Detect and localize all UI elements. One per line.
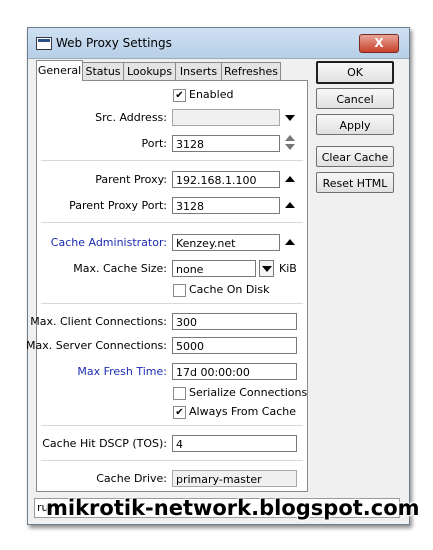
serialize-connections-label: Serialize Connections xyxy=(189,386,308,399)
divider xyxy=(41,222,303,223)
chevron-up-icon[interactable] xyxy=(285,202,295,208)
max-cache-size-field[interactable]: none xyxy=(172,260,256,277)
ok-button[interactable]: OK xyxy=(316,61,394,84)
clear-cache-button[interactable]: Clear Cache xyxy=(316,146,394,167)
apply-button[interactable]: Apply xyxy=(316,114,394,135)
cache-drive-field: primary-master xyxy=(172,470,297,487)
max-client-connections-field[interactable]: 300 xyxy=(172,313,297,330)
src-address-label: Src. Address: xyxy=(95,111,167,124)
chevron-up-icon[interactable] xyxy=(285,176,295,182)
max-cache-size-label: Max. Cache Size: xyxy=(73,262,167,275)
max-client-connections-label: Max. Client Connections: xyxy=(30,315,167,328)
max-cache-size-unit: KiB xyxy=(279,262,297,275)
parent-proxy-label: Parent Proxy: xyxy=(95,173,167,186)
tab-general[interactable]: General xyxy=(36,60,83,81)
title-bar[interactable]: Web Proxy Settings X xyxy=(28,28,409,59)
parent-proxy-field[interactable]: 192.168.1.100 xyxy=(172,171,280,188)
tab-inserts[interactable]: Inserts xyxy=(175,62,222,80)
enabled-label: Enabled xyxy=(189,88,234,101)
cache-hit-dscp-field[interactable]: 4 xyxy=(172,435,297,452)
reset-html-button[interactable]: Reset HTML xyxy=(316,172,394,193)
divider xyxy=(41,160,303,161)
chevron-down-icon[interactable] xyxy=(285,115,295,121)
divider xyxy=(41,425,303,426)
max-cache-size-dropdown[interactable] xyxy=(259,260,274,277)
chevron-down-icon xyxy=(262,266,272,272)
close-button[interactable]: X xyxy=(359,34,399,53)
port-stepper-icon[interactable] xyxy=(285,135,295,151)
max-fresh-time-label[interactable]: Max Fresh Time: xyxy=(77,365,167,378)
tab-refreshes[interactable]: Refreshes xyxy=(221,62,281,80)
enabled-checkbox[interactable]: ✔ xyxy=(173,89,186,102)
window-title: Web Proxy Settings xyxy=(56,36,172,50)
cache-drive-label: Cache Drive: xyxy=(96,472,167,485)
watermark-text: mikrotik-network.blogspot.com xyxy=(46,496,420,520)
parent-proxy-port-label: Parent Proxy Port: xyxy=(69,199,167,212)
port-field[interactable]: 3128 xyxy=(172,135,280,152)
cache-administrator-label[interactable]: Cache Administrator: xyxy=(51,236,167,249)
always-from-cache-checkbox[interactable]: ✔ xyxy=(173,406,186,419)
cancel-button[interactable]: Cancel xyxy=(316,88,394,109)
general-panel: ✔ Enabled Src. Address: Port: 3128 Paren… xyxy=(26,80,308,492)
serialize-connections-checkbox[interactable] xyxy=(173,387,186,400)
web-proxy-settings-window: Web Proxy Settings X General Status Look… xyxy=(26,27,410,525)
divider xyxy=(41,460,303,461)
cache-on-disk-checkbox[interactable] xyxy=(173,284,186,297)
parent-proxy-port-field[interactable]: 3128 xyxy=(172,197,280,214)
tab-lookups[interactable]: Lookups xyxy=(123,62,176,80)
src-address-field[interactable] xyxy=(172,109,280,126)
tab-status[interactable]: Status xyxy=(82,62,124,80)
chevron-up-icon[interactable] xyxy=(285,239,295,245)
divider xyxy=(41,303,303,304)
max-server-connections-label: Max. Server Connections: xyxy=(26,339,167,352)
cache-administrator-field[interactable]: Kenzey.net xyxy=(172,234,280,251)
max-server-connections-field[interactable]: 5000 xyxy=(172,337,297,354)
cache-hit-dscp-label: Cache Hit DSCP (TOS): xyxy=(42,437,167,450)
max-fresh-time-field[interactable]: 17d 00:00:00 xyxy=(172,363,297,380)
always-from-cache-label: Always From Cache xyxy=(189,405,297,418)
window-icon xyxy=(36,37,52,50)
port-label: Port: xyxy=(141,137,167,150)
cache-on-disk-label: Cache On Disk xyxy=(189,283,270,296)
